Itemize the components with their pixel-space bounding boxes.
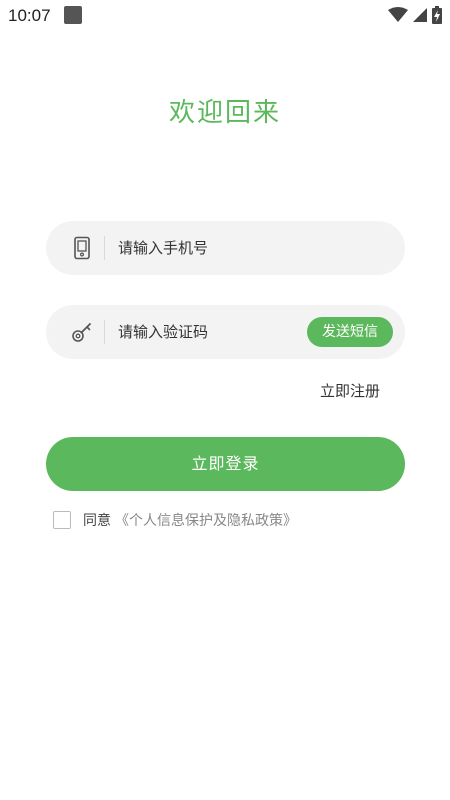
phone-input[interactable]: 请输入手机号 — [118, 237, 208, 258]
status-time: 10:07 — [8, 6, 51, 25]
phone-icon — [74, 236, 90, 260]
status-icons — [388, 6, 442, 24]
status-bar: 10:07 — [0, 0, 450, 32]
send-sms-button[interactable]: 发送短信 — [307, 317, 393, 347]
verification-code-input[interactable]: 请输入验证码 — [118, 321, 208, 342]
field-divider — [104, 236, 105, 260]
battery-icon — [432, 6, 442, 24]
key-icon — [72, 323, 91, 342]
verification-code-field[interactable]: 请输入验证码 发送短信 — [46, 305, 405, 359]
agreement-row: 同意 《个人信息保护及隐私政策》 — [53, 510, 297, 530]
agree-label: 同意 — [83, 513, 111, 529]
register-link[interactable]: 立即注册 — [320, 380, 380, 401]
wifi-icon — [388, 7, 408, 22]
agree-checkbox[interactable] — [53, 511, 71, 529]
app-notification-icon — [64, 6, 82, 24]
signal-icon — [413, 8, 427, 22]
field-divider — [104, 320, 105, 344]
privacy-policy-link[interactable]: 《个人信息保护及隐私政策》 — [115, 510, 297, 530]
login-button[interactable]: 立即登录 — [46, 437, 405, 491]
page-title: 欢迎回来 — [168, 98, 281, 128]
phone-field[interactable]: 请输入手机号 — [46, 221, 405, 275]
